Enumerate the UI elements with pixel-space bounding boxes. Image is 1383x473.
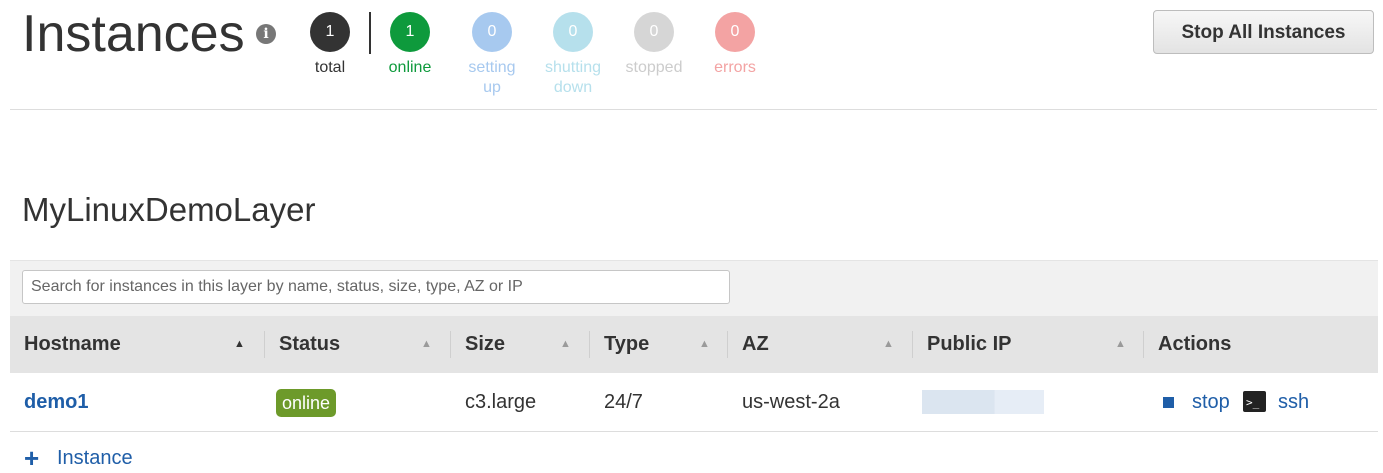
header-divider (10, 109, 1377, 110)
count-shutting-down-label: shutting (544, 59, 602, 76)
count-total-label: total (314, 59, 346, 76)
count-shutting-down-label2: down (553, 79, 593, 96)
sort-icon[interactable]: ▲ (699, 316, 710, 373)
column-az[interactable]: AZ (742, 316, 769, 373)
ssh-link[interactable]: ssh (1278, 374, 1309, 431)
status-badge: online (276, 389, 337, 417)
count-shutting-down-circle: 0 (553, 12, 593, 52)
az-cell: us-west-2a (742, 391, 840, 413)
count-errors[interactable]: 0 errors (695, 12, 775, 78)
terminal-icon[interactable]: >_ (1243, 391, 1266, 412)
column-type[interactable]: Type (604, 316, 649, 373)
count-stopped[interactable]: 0 stopped (614, 12, 694, 78)
column-status[interactable]: Status (279, 316, 340, 373)
count-shutting-down[interactable]: 0 shutting down (533, 12, 613, 98)
count-stopped-label: stopped (625, 59, 683, 76)
count-setting-up-circle: 0 (472, 12, 512, 52)
sort-icon[interactable]: ▲ (883, 316, 894, 373)
sort-icon[interactable]: ▲ (560, 316, 571, 373)
column-divider (450, 331, 451, 358)
column-public-ip[interactable]: Public IP (927, 316, 1011, 373)
sort-icon[interactable]: ▲ (1115, 316, 1126, 373)
count-errors-label: errors (714, 59, 756, 76)
count-setting-up-label2: up (483, 79, 501, 96)
column-divider (589, 331, 590, 358)
count-online-circle: 1 (390, 12, 430, 52)
stop-link[interactable]: stop (1192, 374, 1230, 431)
count-online[interactable]: 1 online (370, 12, 450, 78)
column-divider (1143, 331, 1144, 358)
search-input[interactable] (22, 270, 730, 304)
hostname-link[interactable]: demo1 (24, 374, 88, 431)
stop-all-instances-button[interactable]: Stop All Instances (1153, 10, 1374, 54)
count-total-circle: 1 (310, 12, 350, 52)
count-setting-up[interactable]: 0 setting up (452, 12, 532, 98)
column-actions: Actions (1158, 333, 1232, 355)
sort-icon[interactable]: ▲ (421, 316, 432, 373)
count-errors-circle: 0 (715, 12, 755, 52)
count-setting-up-label: setting (468, 59, 516, 76)
size-cell: c3.large (465, 391, 537, 413)
column-size[interactable]: Size (465, 316, 505, 373)
plus-icon[interactable]: + (24, 445, 39, 471)
count-online-label: online (388, 59, 432, 76)
column-divider (264, 331, 265, 358)
column-divider (727, 331, 728, 358)
column-divider (912, 331, 913, 358)
stop-square-icon[interactable] (1163, 397, 1174, 408)
sort-asc-icon[interactable]: ▲ (234, 316, 245, 373)
count-stopped-circle: 0 (634, 12, 674, 52)
info-icon[interactable]: i (256, 24, 276, 44)
add-instance-link[interactable]: Instance (57, 446, 133, 470)
layer-title: MyLinuxDemoLayer (22, 191, 316, 228)
public-ip-cell (922, 390, 1044, 414)
type-cell: 24/7 (604, 391, 643, 413)
page-title: Instances (22, 5, 245, 63)
column-hostname[interactable]: Hostname (24, 316, 121, 373)
row-divider (10, 431, 1378, 432)
count-total[interactable]: 1 total (290, 12, 370, 78)
